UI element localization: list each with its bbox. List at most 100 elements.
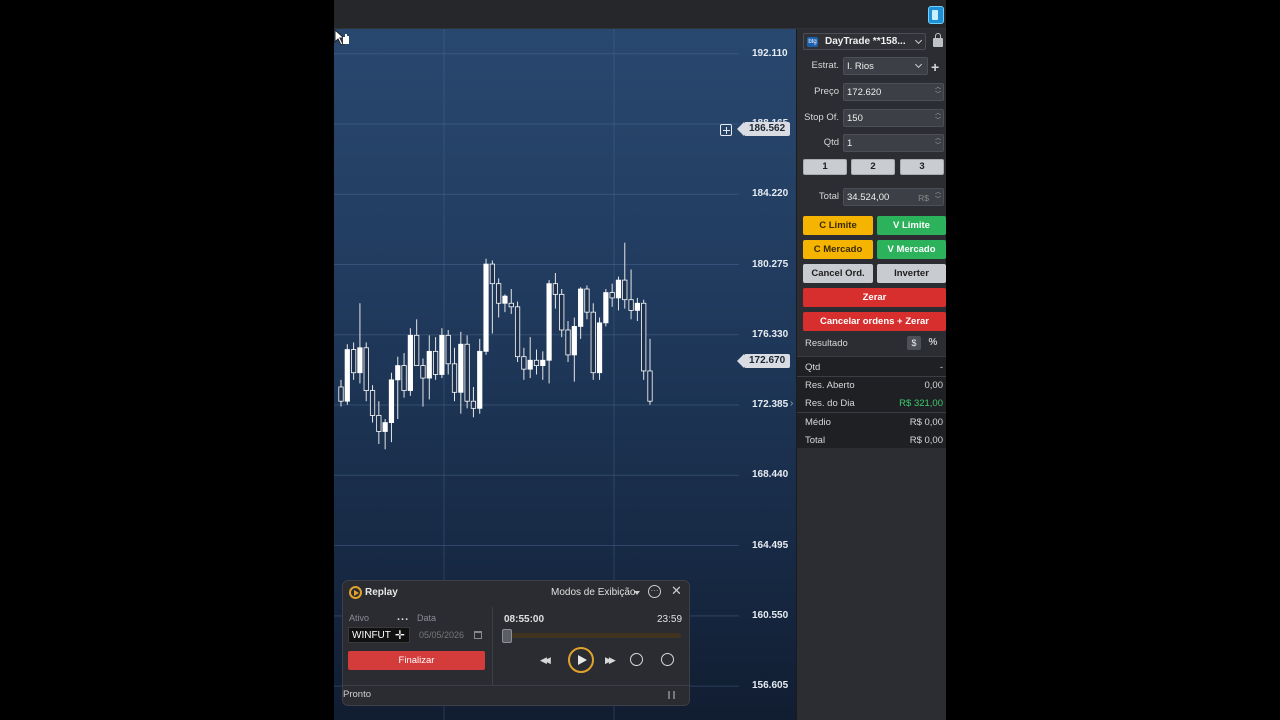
finalizar-button[interactable]: Finalizar — [348, 651, 485, 670]
data-input[interactable]: 05/05/2026 — [419, 630, 464, 640]
price-chart[interactable]: 192.110188.165184.220180.275176.330172.3… — [334, 29, 796, 720]
candle[interactable] — [432, 337, 439, 380]
stepper-icon[interactable]: ︿ ﹀ — [935, 85, 941, 99]
percent-toggle-button[interactable]: % — [926, 336, 940, 350]
candle[interactable] — [344, 344, 350, 405]
candle[interactable] — [357, 303, 363, 384]
candle[interactable] — [521, 347, 527, 380]
ativo-input[interactable]: WINFUT ✛ — [348, 627, 410, 643]
candle[interactable] — [603, 289, 609, 327]
chevron-down-icon[interactable] — [914, 60, 923, 69]
cancel-and-zerar-button[interactable]: Cancelar ordens + Zerar — [803, 312, 946, 331]
candle[interactable] — [401, 353, 407, 398]
quick-qty-3-button[interactable]: 3 — [900, 159, 944, 175]
candle[interactable] — [483, 258, 489, 355]
candle[interactable] — [376, 401, 382, 444]
sell-limit-button[interactable]: V Limite — [877, 216, 946, 235]
candle[interactable] — [552, 272, 559, 309]
lock-icon[interactable] — [933, 33, 943, 47]
candle[interactable] — [565, 321, 571, 363]
zerar-button[interactable]: Zerar — [803, 288, 946, 307]
candle[interactable] — [451, 347, 458, 402]
candle[interactable] — [477, 338, 483, 414]
candle[interactable] — [369, 385, 376, 423]
chevron-down-icon[interactable] — [634, 591, 640, 595]
candle[interactable] — [363, 342, 369, 402]
calendar-icon[interactable] — [474, 631, 482, 639]
candle[interactable] — [527, 337, 533, 379]
rewind-icon[interactable] — [540, 652, 548, 666]
estrat-select[interactable]: I. Rios — [843, 57, 928, 75]
candle[interactable] — [546, 280, 552, 384]
candle[interactable] — [508, 289, 514, 314]
candle[interactable] — [445, 329, 451, 375]
replay-progress-handle[interactable] — [502, 629, 512, 643]
candle[interactable] — [388, 372, 395, 443]
account-selector[interactable]: btg DayTrade **158... — [803, 33, 926, 50]
stepper-icon[interactable]: ︿ ﹀ — [935, 111, 941, 125]
stepper-icon[interactable]: ︿ ﹀ — [935, 190, 941, 204]
invert-button[interactable]: Inverter — [877, 264, 946, 283]
cancel-orders-button[interactable]: Cancel Ord. — [803, 264, 873, 283]
candle[interactable] — [414, 319, 420, 366]
total-value: 34.524,00 — [847, 192, 890, 203]
candle[interactable] — [439, 328, 445, 379]
candle[interactable] — [514, 301, 521, 363]
candle[interactable] — [634, 297, 640, 322]
pause-icon[interactable] — [668, 691, 675, 699]
buy-market-button[interactable]: C Mercado — [803, 240, 873, 259]
price-level-label: 180.275 — [752, 258, 789, 270]
candle[interactable] — [571, 317, 577, 382]
fast-forward-icon[interactable] — [605, 652, 613, 666]
candle[interactable] — [407, 328, 413, 396]
candle[interactable] — [382, 419, 388, 450]
candle[interactable] — [615, 276, 622, 311]
candle[interactable] — [458, 331, 464, 414]
speed-icon[interactable] — [661, 653, 674, 666]
more-options-icon[interactable]: ··· — [648, 585, 661, 598]
play-button[interactable] — [568, 647, 594, 673]
candle[interactable] — [584, 285, 590, 320]
candle[interactable] — [641, 299, 647, 380]
candle[interactable] — [559, 289, 565, 338]
candle[interactable] — [533, 349, 540, 375]
candle[interactable] — [502, 294, 508, 313]
candle[interactable] — [489, 260, 495, 334]
candle[interactable] — [590, 303, 596, 380]
step-forward-icon[interactable] — [630, 653, 643, 666]
preco-input[interactable]: 172.620 ︿ ﹀ — [843, 83, 944, 101]
stepper-icon[interactable]: ︿ ﹀ — [935, 136, 941, 150]
candle[interactable] — [596, 317, 603, 380]
candle[interactable] — [628, 269, 634, 320]
dollar-toggle-button[interactable]: $ — [907, 336, 921, 350]
candle[interactable] — [496, 278, 502, 318]
candle[interactable] — [338, 379, 344, 407]
candle[interactable] — [426, 335, 432, 400]
move-icon[interactable]: ✛ — [395, 628, 405, 642]
layout-toggle-icon[interactable] — [928, 6, 944, 24]
candle[interactable] — [464, 335, 470, 409]
add-strategy-icon[interactable]: + — [931, 59, 939, 75]
candle[interactable] — [351, 342, 357, 380]
close-icon[interactable]: ✕ — [671, 583, 682, 599]
candle[interactable] — [420, 358, 426, 407]
candle[interactable] — [622, 242, 628, 309]
candle[interactable] — [578, 287, 584, 339]
chevron-right-icon[interactable]: › — [790, 398, 793, 409]
display-modes-dropdown[interactable]: Modos de Exibição — [551, 587, 636, 598]
candle[interactable] — [647, 338, 653, 405]
total-input[interactable]: 34.524,00 R$ ︿ ﹀ — [843, 188, 944, 206]
ativo-options-icon[interactable]: ... — [397, 611, 409, 623]
candle[interactable] — [470, 386, 477, 418]
candle[interactable] — [395, 356, 401, 420]
sell-market-button[interactable]: V Mercado — [877, 240, 946, 259]
qtd-input[interactable]: 1 ︿ ﹀ — [843, 134, 944, 152]
candle[interactable] — [540, 351, 546, 380]
chevron-down-icon[interactable] — [914, 36, 923, 45]
crosshair-add-icon[interactable] — [720, 124, 732, 136]
stop-input[interactable]: 150 ︿ ﹀ — [843, 109, 944, 127]
quick-qty-1-button[interactable]: 1 — [803, 159, 847, 175]
quick-qty-2-button[interactable]: 2 — [851, 159, 895, 175]
buy-limit-button[interactable]: C Limite — [803, 216, 873, 235]
replay-progress-track[interactable] — [508, 633, 681, 638]
